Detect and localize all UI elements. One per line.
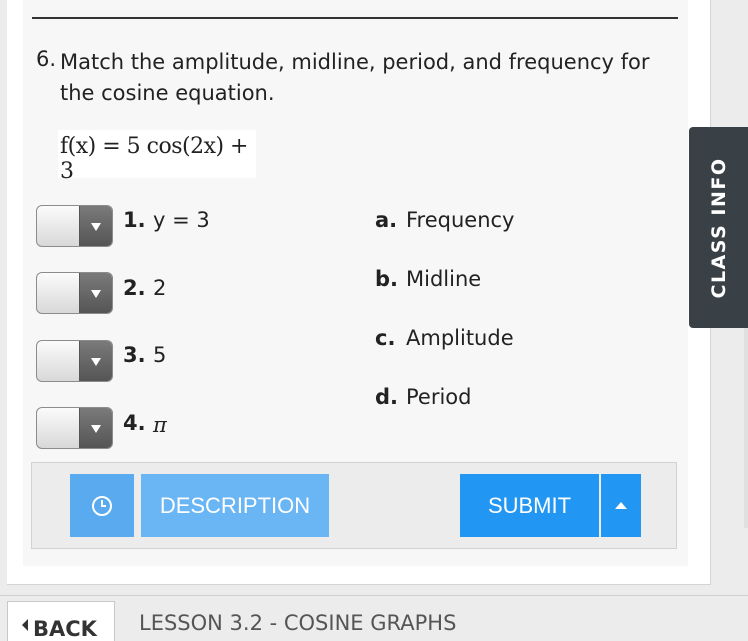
item-value: π: [153, 413, 167, 437]
chevron-down-icon: [79, 341, 112, 381]
divider: [32, 17, 678, 19]
match-dropdown-4[interactable]: [36, 407, 113, 449]
question-number: 6.: [36, 47, 57, 71]
description-button[interactable]: DESCRIPTION: [141, 474, 329, 537]
item-number: 4.: [123, 411, 146, 435]
footer-divider: [0, 595, 748, 596]
option-letter: b.: [375, 267, 399, 291]
chevron-down-icon: [79, 408, 112, 448]
equation-image: f(x) = 5 cos(2x) + 3: [58, 130, 256, 184]
option-text: Period: [406, 385, 472, 409]
option-text: Frequency: [406, 208, 515, 232]
option-letter: d.: [375, 385, 399, 409]
back-button[interactable]: BACK: [7, 601, 115, 641]
clock-icon: [92, 495, 112, 516]
item-number: 1.: [123, 208, 146, 232]
item-number: 3.: [123, 343, 146, 367]
match-dropdown-3[interactable]: [36, 340, 113, 382]
item-value: 2: [153, 276, 167, 300]
side-edge: [744, 328, 748, 528]
item-value: 5: [153, 343, 167, 367]
chevron-down-icon: [79, 273, 112, 313]
class-info-tab[interactable]: CLASS INFO: [689, 127, 748, 328]
back-label: BACK: [33, 616, 97, 641]
lesson-title: LESSON 3.2 - COSINE GRAPHS: [139, 611, 457, 635]
option-text: Amplitude: [406, 326, 514, 350]
question-text: Match the amplitude, midline, period, an…: [60, 50, 650, 105]
submit-button[interactable]: SUBMIT: [460, 474, 599, 537]
caret-left-icon: [22, 618, 28, 631]
option-letter: a.: [375, 208, 398, 232]
submit-options-button[interactable]: [601, 474, 641, 537]
chevron-down-icon: [79, 206, 112, 246]
item-number: 2.: [123, 276, 146, 300]
match-dropdown-1[interactable]: [36, 205, 113, 247]
option-letter: c.: [375, 326, 396, 350]
match-dropdown-2[interactable]: [36, 272, 113, 314]
caret-up-icon: [615, 502, 627, 509]
timer-button[interactable]: [70, 474, 134, 537]
item-value: y = 3: [153, 208, 210, 232]
option-text: Midline: [406, 267, 482, 291]
class-info-label: CLASS INFO: [707, 157, 730, 298]
